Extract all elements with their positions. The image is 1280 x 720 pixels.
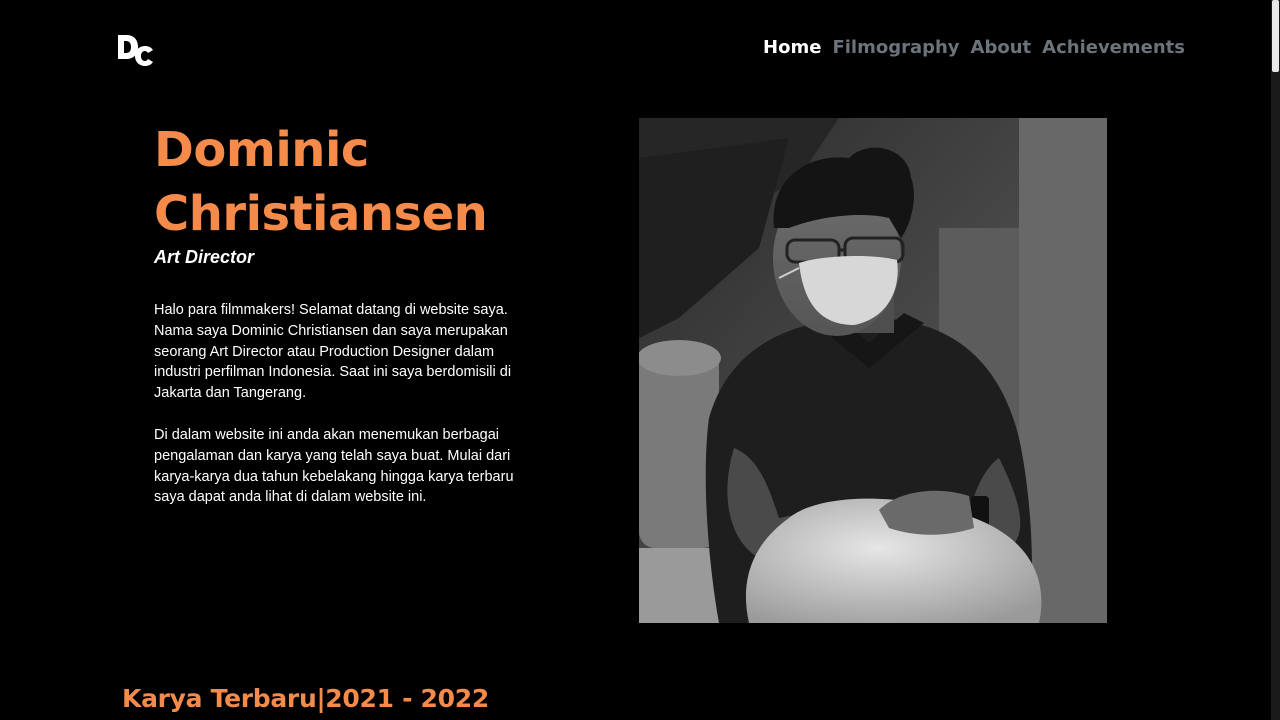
nav-home-link[interactable]: Home [763,37,821,58]
nav-about-link[interactable]: About [971,37,1032,58]
hero-name-last: Christiansen [154,186,488,242]
bio-paragraph-1: Halo para filmmakers! Selamat datang di … [154,302,512,402]
hero-name-heading: Dominic Christiansen [154,118,574,246]
main-nav: Home Filmography About Achievements [763,37,1185,58]
scrollbar-thumb[interactable] [1272,0,1279,72]
bio-paragraph-2: Di dalam website ini anda akan menemukan… [154,426,514,506]
nav-achievements-link[interactable]: Achievements [1042,37,1185,58]
nav-filmography-link[interactable]: Filmography [832,37,959,58]
latest-works-heading: Karya Terbaru|2021 - 2022 [122,684,489,713]
profile-photo [639,118,1107,623]
site-logo[interactable] [116,33,156,67]
logo-mark-icon [118,35,153,66]
hero-name-first: Dominic [154,122,369,178]
hero-role: Art Director [154,247,255,267]
bio-text: Halo para filmmakers! Selamat datang di … [154,300,519,529]
page-scrollbar[interactable] [1271,0,1280,720]
profile-photo-image [639,118,1107,623]
